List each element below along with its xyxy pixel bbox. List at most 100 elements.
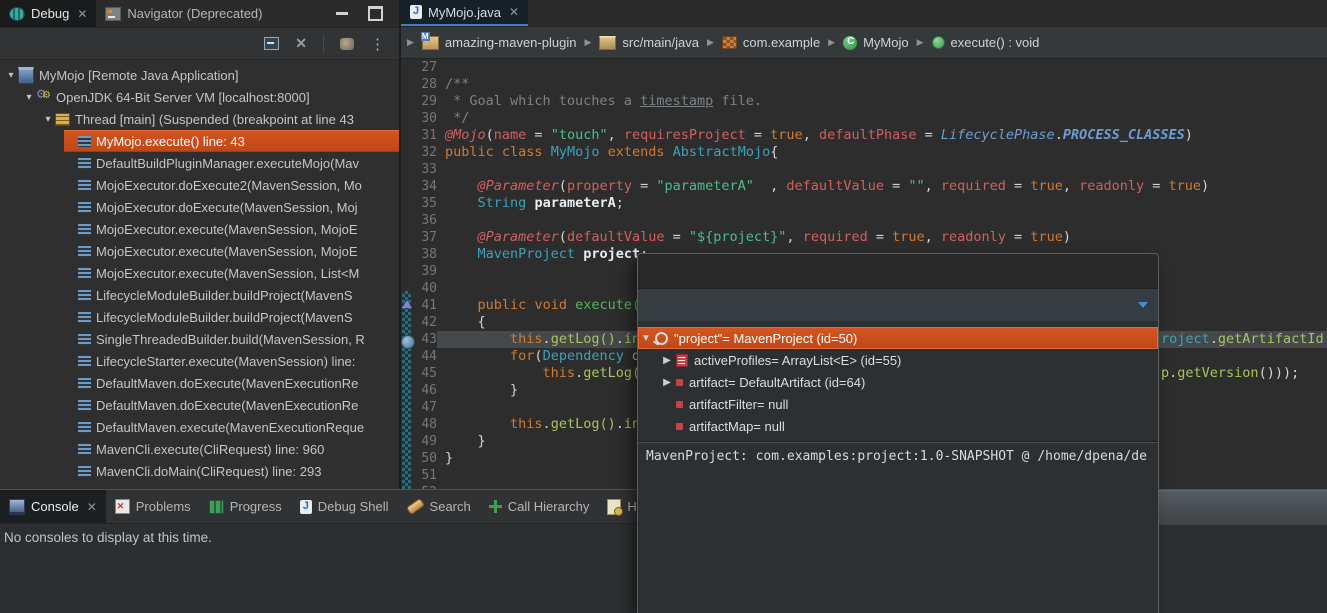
expand-arrow-icon[interactable]: ▾ xyxy=(41,114,55,125)
view-tab-debug-shell[interactable]: Debug Shell xyxy=(291,490,398,523)
stack-frame-row[interactable]: MyMojo.execute() line: 43 xyxy=(64,130,399,152)
variable-tree: ▼"project"= MavenProject (id=50)▶activeP… xyxy=(638,321,1158,437)
line-number[interactable]: 38 xyxy=(401,246,437,263)
expand-arrow-icon[interactable]: ▾ xyxy=(22,92,36,103)
code-line-34[interactable]: 34 @Parameter(property = "parameterA" , … xyxy=(401,178,1327,195)
stack-frame-row[interactable]: DefaultMaven.doExecute(MavenExecutionRe xyxy=(64,394,399,416)
view-tab-problems[interactable]: Problems xyxy=(106,490,200,523)
line-number[interactable]: 45 xyxy=(401,365,437,382)
line-number[interactable]: 34 xyxy=(401,178,437,195)
variable-row[interactable]: ▶artifact= DefaultArtifact (id=64) xyxy=(638,371,1158,393)
variable-row[interactable]: artifactFilter= null xyxy=(638,393,1158,415)
editor-tab-mymojo-java[interactable]: MyMojo.java ✕ xyxy=(401,0,528,26)
line-number[interactable]: 50 xyxy=(401,450,437,467)
maximize-icon[interactable] xyxy=(368,6,383,21)
expand-arrow-icon[interactable]: ▶ xyxy=(660,355,674,366)
line-number[interactable]: 51 xyxy=(401,467,437,484)
code-line-35[interactable]: 35 String parameterA; xyxy=(401,195,1327,212)
stack-frame-row[interactable]: MojoExecutor.execute(MavenSession, MojoE xyxy=(64,240,399,262)
view-menu-icon[interactable]: ⋮ xyxy=(370,35,385,53)
code-line-29[interactable]: 29 * Goal which touches a timestamp file… xyxy=(401,93,1327,110)
breadcrumb-item-mymojo[interactable]: MyMojo xyxy=(835,35,917,50)
line-number[interactable]: 29 xyxy=(401,93,437,110)
code-token: ) xyxy=(1201,178,1209,194)
line-number[interactable]: 49 xyxy=(401,433,437,450)
line-number[interactable]: 37 xyxy=(401,229,437,246)
breadcrumb-expand-icon[interactable]: ▶ xyxy=(407,37,414,48)
code-line-37[interactable]: 37 @Parameter(defaultValue = "${project}… xyxy=(401,229,1327,246)
close-icon[interactable]: ✕ xyxy=(509,5,519,19)
line-number[interactable]: 27 xyxy=(401,59,437,76)
breadcrumb-item-execute-void[interactable]: execute() : void xyxy=(924,35,1048,50)
view-tab-debug[interactable]: Debug✕ xyxy=(0,0,96,27)
variable-detail-pane[interactable]: MavenProject: com.examples:project:1.0-S… xyxy=(638,443,1158,470)
debug-tree-node[interactable]: ▾Thread [main] (Suspended (breakpoint at… xyxy=(41,108,399,130)
debug-shell-icon xyxy=(300,500,312,514)
stack-frame-row[interactable]: MojoExecutor.doExecute(MavenSession, Moj xyxy=(64,196,399,218)
stack-frame-row[interactable]: MavenCli.execute(CliRequest) line: 960 xyxy=(64,438,399,460)
code-line-27[interactable]: 27 xyxy=(401,59,1327,76)
remove-terminated-icon[interactable]: ✕ xyxy=(295,35,307,52)
view-tab-console[interactable]: Console✕ xyxy=(0,490,106,523)
line-number[interactable]: 33 xyxy=(401,161,437,178)
minimize-icon[interactable] xyxy=(336,12,348,15)
code-line-30[interactable]: 30 */ xyxy=(401,110,1327,127)
breadcrumb-item-amazing-maven-plugin[interactable]: amazing-maven-plugin xyxy=(414,35,585,50)
line-number[interactable]: 39 xyxy=(401,263,437,280)
stack-frame-row[interactable]: LifecycleModuleBuilder.buildProject(Mave… xyxy=(64,284,399,306)
collapse-all-icon[interactable] xyxy=(264,37,279,50)
view-tab-progress[interactable]: Progress xyxy=(200,490,291,523)
line-number[interactable]: 32 xyxy=(401,144,437,161)
stack-frame-row[interactable]: DefaultMaven.execute(MavenExecutionReque xyxy=(64,416,399,438)
debug-tree-node[interactable]: ▾OpenJDK 64-Bit Server VM [localhost:800… xyxy=(22,86,399,108)
line-number[interactable]: 48 xyxy=(401,416,437,433)
close-icon[interactable]: ✕ xyxy=(77,7,87,21)
variable-row[interactable]: ▶activeProfiles= ArrayList<E> (id=55) xyxy=(638,349,1158,371)
variable-row[interactable]: ▼"project"= MavenProject (id=50) xyxy=(638,327,1158,349)
inspect-expression-area[interactable] xyxy=(638,254,1158,289)
stack-frame-row[interactable]: MojoExecutor.execute(MavenSession, List<… xyxy=(64,262,399,284)
stack-frame-row[interactable]: MojoExecutor.doExecute2(MavenSession, Mo xyxy=(64,174,399,196)
view-tab-call-hierarchy[interactable]: Call Hierarchy xyxy=(480,490,599,523)
code-line-32[interactable]: 32public class MyMojo extends AbstractMo… xyxy=(401,144,1327,161)
line-number[interactable]: 35 xyxy=(401,195,437,212)
line-number[interactable]: 40 xyxy=(401,280,437,297)
line-number[interactable]: 44 xyxy=(401,348,437,365)
line-number[interactable]: 46 xyxy=(401,382,437,399)
line-number[interactable]: 31 xyxy=(401,127,437,144)
view-tab-search[interactable]: Search xyxy=(398,490,480,523)
debug-tree-node[interactable]: ▾MyMojo [Remote Java Application] xyxy=(4,64,399,86)
tree-node-label: DefaultMaven.execute(MavenExecutionReque xyxy=(96,420,364,435)
code-line-28[interactable]: 28/** xyxy=(401,76,1327,93)
debug-filter-icon[interactable] xyxy=(340,38,354,50)
code-token: ( xyxy=(534,348,542,364)
code-line-36[interactable]: 36 xyxy=(401,212,1327,229)
code-line-33[interactable]: 33 xyxy=(401,161,1327,178)
tree-node-label: DefaultMaven.doExecute(MavenExecutionRe xyxy=(96,376,358,391)
variable-row[interactable]: artifactMap= null xyxy=(638,415,1158,437)
stack-frame-row[interactable]: MavenCli.doMain(CliRequest) line: 293 xyxy=(64,460,399,482)
code-line-31[interactable]: 31@Mojo(name = "touch", requiresProject … xyxy=(401,127,1327,144)
expand-arrow-icon[interactable]: ▾ xyxy=(4,70,18,81)
stack-frame-row[interactable]: LifecycleModuleBuilder.buildProject(Mave… xyxy=(64,306,399,328)
stack-frame-row[interactable]: DefaultBuildPluginManager.executeMojo(Ma… xyxy=(64,152,399,174)
stack-frame-row[interactable]: SingleThreadedBuilder.build(MavenSession… xyxy=(64,328,399,350)
stack-frame-row[interactable]: DefaultMaven.doExecute(MavenExecutionRe xyxy=(64,372,399,394)
line-number[interactable]: 42 xyxy=(401,314,437,331)
variable-inspect-popup: ▼"project"= MavenProject (id=50)▶activeP… xyxy=(637,253,1159,613)
breadcrumb-item-src-main-java[interactable]: src/main/java xyxy=(591,35,707,50)
line-number[interactable]: 36 xyxy=(401,212,437,229)
expand-arrow-icon[interactable]: ▼ xyxy=(639,333,653,344)
expand-arrow-icon[interactable]: ▶ xyxy=(660,377,674,388)
stack-frame-row[interactable]: LifecycleStarter.execute(MavenSession) l… xyxy=(64,350,399,372)
line-number[interactable]: 30 xyxy=(401,110,437,127)
breadcrumb-item-com-example[interactable]: com.example xyxy=(714,35,828,50)
stack-frame-row[interactable]: MojoExecutor.execute(MavenSession, MojoE xyxy=(64,218,399,240)
line-number[interactable]: 47 xyxy=(401,399,437,416)
bottom-tabbar-empty-area xyxy=(1157,490,1327,525)
view-tab-navigator-deprecated-[interactable]: Navigator (Deprecated) xyxy=(96,0,271,27)
close-icon[interactable]: ✕ xyxy=(87,500,97,514)
breakpoint-icon[interactable] xyxy=(401,335,415,349)
line-number[interactable]: 28 xyxy=(401,76,437,93)
filter-dropdown-icon[interactable] xyxy=(1138,302,1148,308)
